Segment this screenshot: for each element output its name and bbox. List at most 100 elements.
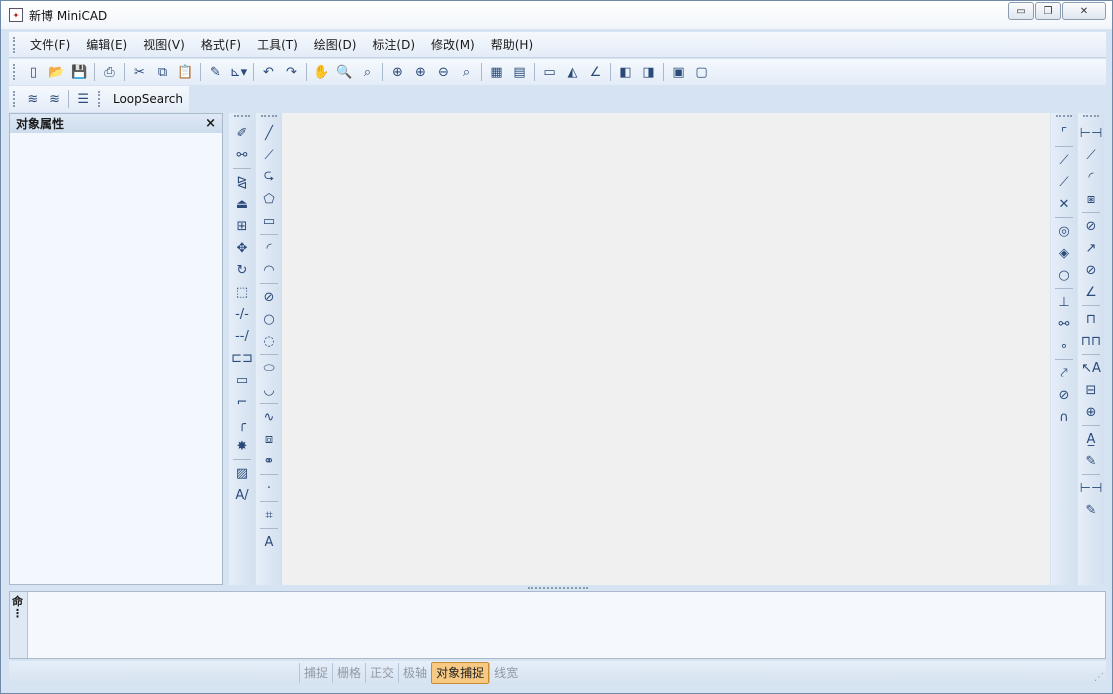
- rotate-icon[interactable]: ↻: [231, 259, 253, 281]
- menu-format[interactable]: 格式(F): [193, 33, 249, 57]
- send-back-icon[interactable]: ◨: [637, 61, 660, 83]
- resize-grip-icon[interactable]: ⋰: [1094, 672, 1104, 683]
- open-file-icon[interactable]: 📂: [45, 61, 68, 83]
- break-icon[interactable]: ⊏⊐: [231, 347, 253, 369]
- toolbar-grip[interactable]: [234, 115, 250, 118]
- tolerance-icon[interactable]: ⊟: [1080, 379, 1102, 401]
- menu-draw[interactable]: 绘图(D): [306, 33, 365, 57]
- chamfer-icon[interactable]: ⌐: [231, 391, 253, 413]
- aligned-dim-icon[interactable]: ⟋: [1080, 144, 1102, 166]
- arc-3pt-icon[interactable]: ◠: [258, 259, 280, 281]
- command-tab[interactable]: 命 ⋮: [10, 592, 28, 658]
- window-cascade-icon[interactable]: ▢: [690, 61, 713, 83]
- arc-length-dim-icon[interactable]: ◜: [1080, 166, 1102, 188]
- join-icon[interactable]: ▭: [231, 369, 253, 391]
- circle-3pt-icon[interactable]: ◌: [258, 330, 280, 352]
- window-tile-icon[interactable]: ▣: [667, 61, 690, 83]
- menu-modify[interactable]: 修改(M): [423, 33, 483, 57]
- status-polar[interactable]: 极轴: [398, 663, 431, 683]
- status-ortho[interactable]: 正交: [365, 663, 398, 683]
- measure-distance-icon[interactable]: ▭: [538, 61, 561, 83]
- restore-button[interactable]: ❐: [1035, 2, 1061, 20]
- layer-state-icon[interactable]: ≋: [44, 88, 66, 110]
- measure-area-icon[interactable]: ◭: [561, 61, 584, 83]
- trim-icon[interactable]: -/-: [231, 303, 253, 325]
- menu-view[interactable]: 视图(V): [135, 33, 193, 57]
- arc-icon[interactable]: ◜: [258, 237, 280, 259]
- new-file-icon[interactable]: ▯: [22, 61, 45, 83]
- snap-intersection-icon[interactable]: ✕: [1053, 193, 1075, 215]
- undo-icon[interactable]: ↶: [257, 61, 280, 83]
- zoom-window-icon[interactable]: ⌕: [356, 61, 379, 83]
- loop-search-button[interactable]: LoopSearch: [107, 92, 189, 106]
- snap-settings-icon[interactable]: ∩: [1053, 406, 1075, 428]
- snap-nearest-icon[interactable]: ⤤: [1053, 362, 1075, 384]
- dim-style-icon[interactable]: ✎: [1080, 499, 1102, 521]
- snap-endpoint-icon[interactable]: ⟋: [1053, 149, 1075, 171]
- menu-help[interactable]: 帮助(H): [483, 33, 541, 57]
- explode-icon[interactable]: ✸: [231, 435, 253, 457]
- snap-tangent-icon[interactable]: ○: [1053, 264, 1075, 286]
- status-grid[interactable]: 栅格: [332, 663, 365, 683]
- dim-edit-icon[interactable]: ✎: [1080, 450, 1102, 472]
- polyline-icon[interactable]: ⮎: [258, 166, 280, 188]
- menu-dimension[interactable]: 标注(D): [364, 33, 423, 57]
- paste-icon[interactable]: 📋: [174, 61, 197, 83]
- erase-icon[interactable]: ✐: [231, 122, 253, 144]
- text-icon[interactable]: A: [258, 531, 280, 553]
- fillet-icon[interactable]: ╭: [231, 413, 253, 435]
- snap-perpendicular-icon[interactable]: ⊥: [1053, 291, 1075, 313]
- scale-icon[interactable]: ⬚: [231, 281, 253, 303]
- menubar-grip[interactable]: [13, 36, 16, 53]
- menu-edit[interactable]: 编辑(E): [78, 33, 135, 57]
- calculator-icon[interactable]: ▤: [508, 61, 531, 83]
- radius-dim-icon[interactable]: ⊘: [1080, 215, 1102, 237]
- props-close-button[interactable]: ×: [205, 116, 216, 131]
- insert-block-icon[interactable]: ⧈: [258, 428, 280, 450]
- title-bar[interactable]: ✦ 新博 MiniCAD ▭ ❐ ✕: [1, 1, 1112, 29]
- mirror-icon[interactable]: ⧎: [231, 171, 253, 193]
- ellipse-arc-icon[interactable]: ◡: [258, 379, 280, 401]
- snap-none-icon[interactable]: ⊘: [1053, 384, 1075, 406]
- snap-node-icon[interactable]: ∘: [1053, 335, 1075, 357]
- drawing-canvas[interactable]: [282, 113, 1050, 585]
- make-block-icon[interactable]: ⚭: [258, 450, 280, 472]
- zoom-extents-icon[interactable]: ⊕: [386, 61, 409, 83]
- point-icon[interactable]: ·: [258, 477, 280, 499]
- snap-dropdown-icon[interactable]: ⊾▾: [227, 61, 250, 83]
- status-lineweight[interactable]: 线宽: [489, 663, 522, 683]
- print-icon[interactable]: ⎙: [98, 61, 121, 83]
- measure-angle-icon[interactable]: ∠: [584, 61, 607, 83]
- construction-line-icon[interactable]: ⟋: [258, 144, 280, 166]
- array-icon[interactable]: ⊞: [231, 215, 253, 237]
- snap-quadrant-icon[interactable]: ◈: [1053, 242, 1075, 264]
- center-mark-icon[interactable]: ⊕: [1080, 401, 1102, 423]
- leader-icon[interactable]: ↖A: [1080, 357, 1102, 379]
- edit-hatch-icon[interactable]: ▨: [231, 462, 253, 484]
- extend-icon[interactable]: --/: [231, 325, 253, 347]
- menu-file[interactable]: 文件(F): [22, 33, 78, 57]
- jogged-dim-icon[interactable]: ↗: [1080, 237, 1102, 259]
- hatch-icon[interactable]: ⌗: [258, 504, 280, 526]
- angular-dim-icon[interactable]: ∠: [1080, 281, 1102, 303]
- bring-front-icon[interactable]: ◧: [614, 61, 637, 83]
- linear-dim-icon[interactable]: ⊢⊣: [1080, 122, 1103, 144]
- close-button[interactable]: ✕: [1062, 2, 1106, 20]
- dim-update-icon[interactable]: ⊢⊣: [1080, 477, 1103, 499]
- zoom-in-icon[interactable]: ⊕: [409, 61, 432, 83]
- zoom-out-icon[interactable]: ⊖: [432, 61, 455, 83]
- diameter-dim-icon[interactable]: ⊘: [1080, 259, 1102, 281]
- copy-icon[interactable]: ⧉: [151, 61, 174, 83]
- polygon-icon[interactable]: ⬠: [258, 188, 280, 210]
- match-properties-icon[interactable]: ✎: [204, 61, 227, 83]
- layer-manager-icon[interactable]: ≋: [22, 88, 44, 110]
- toolbar-grip[interactable]: [1056, 115, 1072, 118]
- pan-icon[interactable]: ✋: [310, 61, 333, 83]
- toolbar-grip[interactable]: [98, 91, 101, 107]
- minimize-button[interactable]: ▭: [1008, 2, 1034, 20]
- ordinate-dim-icon[interactable]: ⧆: [1080, 188, 1102, 210]
- save-icon[interactable]: 💾: [68, 61, 91, 83]
- circle-icon[interactable]: ⊘: [258, 286, 280, 308]
- snap-from-icon[interactable]: ⌜: [1053, 122, 1075, 144]
- circle-2pt-icon[interactable]: ○: [258, 308, 280, 330]
